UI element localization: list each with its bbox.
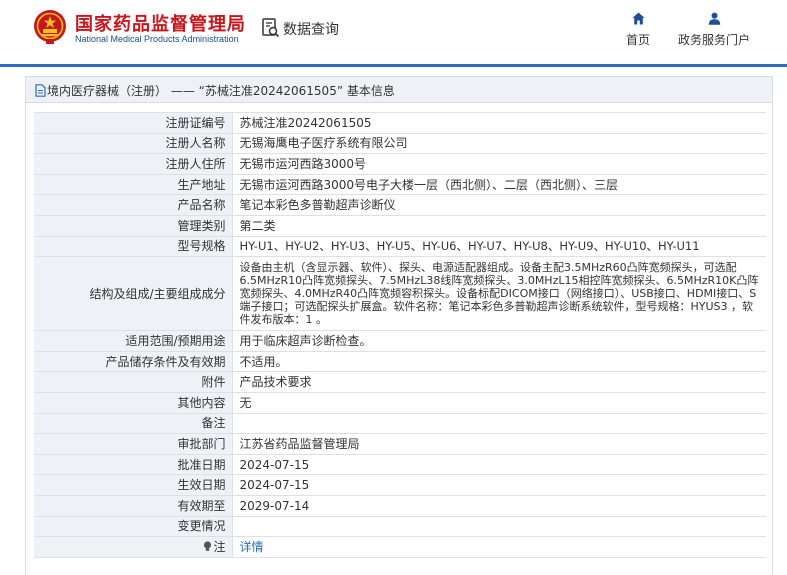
row-key: 型号规格 [34, 235, 233, 258]
table-row: 审批部门 江苏省药品监督管理局 [34, 433, 766, 455]
table-row: 备注 [34, 412, 766, 435]
row-key: 注册人名称 [34, 132, 233, 155]
row-key: 批准日期 [34, 453, 233, 476]
device-info-table: 注册证编号 苏械注准20242061505 注册人名称 无锡海鹰电子医疗系统有限… [34, 112, 766, 558]
table-row: 生产地址 无锡市运河西路3000号电子大楼一层（西北侧）、二层（西北侧）、三层 [34, 173, 766, 196]
detail-panel: 境内医疗器械（注册） —— “苏械注准20242061505” 基本信息 注册证… [25, 76, 773, 575]
row-value: 无锡市运河西路3000号电子大楼一层（西北侧）、二层（西北侧）、三层 [232, 173, 766, 196]
nav-service-portal-label: 政务服务门户 [677, 33, 750, 47]
row-value: HY-U1、HY-U2、HY-U3、HY-U5、HY-U6、HY-U7、HY-U… [232, 235, 766, 258]
table-row: 其他内容 无 [34, 391, 766, 414]
panel-header: 境内医疗器械（注册） —— “苏械注准20242061505” 基本信息 [26, 77, 772, 103]
table-row: 有效期至 2029-07-14 [34, 494, 766, 517]
home-icon [632, 12, 644, 25]
row-key: 注册证编号 [34, 112, 233, 134]
site-title: 国家药品监督管理局 [75, 14, 246, 35]
details-link[interactable]: 详情 [240, 540, 264, 554]
nav-home-label: 首页 [625, 33, 650, 47]
table-row: 变更情况 [34, 515, 766, 538]
note-value: 详情 [232, 536, 766, 558]
note-key: 注 [34, 536, 233, 558]
row-value: 设备由主机（含显示器、软件）、探头、电源适配器组成。设备主配3.5MHzR60凸… [232, 256, 766, 332]
row-key: 备注 [34, 412, 233, 435]
note-key-label: 注 [213, 539, 226, 554]
row-key: 注册人住所 [34, 153, 233, 175]
table-row: 批准日期 2024-07-15 [34, 453, 766, 476]
panel-title: 境内医疗器械（注册） —— “苏械注准20242061505” 基本信息 [47, 84, 395, 98]
lightbulb-icon [204, 541, 212, 551]
row-value [232, 412, 766, 435]
row-value: 不适用。 [232, 350, 766, 373]
row-value: 笔记本彩色多普勒超声诊断仪 [232, 194, 766, 216]
site-header: 国家药品监督管理局 National Medical Products Admi… [0, 0, 787, 64]
table-row: 适用范围/预期用途 用于临床超声诊断检查。 [34, 330, 766, 352]
row-key: 附件 [34, 371, 233, 393]
note-row: 注 详情 [34, 536, 766, 558]
row-key: 产品储存条件及有效期 [34, 350, 233, 373]
row-key: 生效日期 [34, 474, 233, 496]
row-value: 江苏省药品监督管理局 [232, 433, 766, 455]
table-row: 型号规格 HY-U1、HY-U2、HY-U3、HY-U5、HY-U6、HY-U7… [34, 235, 766, 258]
table-row: 注册人住所 无锡市运河西路3000号 [34, 153, 766, 175]
row-value: 产品技术要求 [232, 371, 766, 393]
row-value: 2024-07-15 [232, 474, 766, 496]
row-value: 2024-07-15 [232, 453, 766, 476]
row-value: 无锡海鹰电子医疗系统有限公司 [232, 132, 766, 155]
row-value: 苏械注准20242061505 [232, 112, 766, 134]
table-row: 产品储存条件及有效期 不适用。 [34, 350, 766, 373]
row-value: 第二类 [232, 214, 766, 237]
site-subtitle: National Medical Products Administration [75, 34, 239, 44]
row-value: 无 [232, 391, 766, 414]
row-key: 适用范围/预期用途 [34, 330, 233, 352]
table-row: 注册证编号 苏械注准20242061505 [34, 112, 766, 134]
row-key: 其他内容 [34, 391, 233, 414]
row-key: 变更情况 [34, 515, 233, 538]
data-query-label: 数据查询 [283, 22, 339, 38]
national-emblem-icon [34, 10, 66, 44]
row-key: 结构及组成/主要组成成分 [34, 256, 233, 332]
header-accent-bar [0, 64, 787, 67]
row-value: 2029-07-14 [232, 494, 766, 517]
row-value: 无锡市运河西路3000号 [232, 153, 766, 175]
nav-home[interactable]: 首页 [620, 12, 656, 48]
table-row: 结构及组成/主要组成成分 设备由主机（含显示器、软件）、探头、电源适配器组成。设… [34, 256, 766, 332]
data-query-icon [262, 18, 280, 38]
document-icon [35, 84, 46, 97]
row-key: 产品名称 [34, 194, 233, 216]
row-key: 生产地址 [34, 173, 233, 196]
table-row: 附件 产品技术要求 [34, 371, 766, 393]
row-key: 管理类别 [34, 214, 233, 237]
row-value [232, 515, 766, 538]
row-key: 有效期至 [34, 494, 233, 517]
table-row: 注册人名称 无锡海鹰电子医疗系统有限公司 [34, 132, 766, 155]
user-icon [708, 12, 720, 25]
row-value: 用于临床超声诊断检查。 [232, 330, 766, 352]
table-row: 管理类别 第二类 [34, 214, 766, 237]
nav-service-portal[interactable]: 政务服务门户 [674, 12, 754, 48]
table-row: 产品名称 笔记本彩色多普勒超声诊断仪 [34, 194, 766, 216]
table-row: 生效日期 2024-07-15 [34, 474, 766, 496]
row-key: 审批部门 [34, 433, 233, 455]
